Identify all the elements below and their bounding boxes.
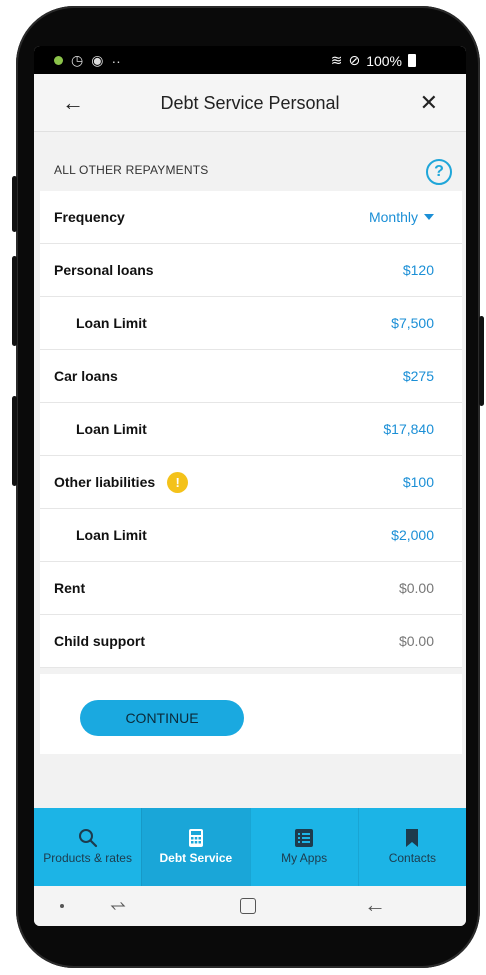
frequency-row: Frequency Monthly <box>40 191 462 244</box>
phone-side-button <box>479 316 484 406</box>
child-support-row[interactable]: Child support $0.00 <box>40 615 462 668</box>
nav-label: Products & rates <box>43 851 132 865</box>
row-label: Loan Limit <box>76 315 147 331</box>
row-label: Loan Limit <box>76 527 147 543</box>
continue-button[interactable]: CONTINUE <box>80 700 244 736</box>
nav-item-my-apps[interactable]: My Apps <box>249 808 358 886</box>
warning-icon[interactable]: ! <box>167 471 189 493</box>
search-icon <box>78 829 97 848</box>
recent-apps-icon[interactable]: ⥋ <box>110 894 126 917</box>
timer-icon: ◷ <box>71 52 84 68</box>
row-label: Car loans <box>54 368 118 384</box>
row-value[interactable]: $17,840 <box>383 421 434 437</box>
phone-side-button <box>12 256 17 346</box>
system-nav-bar: ⥋ ← <box>34 886 466 926</box>
row-value[interactable]: $120 <box>403 262 434 278</box>
dot-icon <box>60 904 64 908</box>
bookmark-icon <box>406 829 419 847</box>
row-value[interactable]: $275 <box>403 368 434 384</box>
nav-item-products[interactable]: Products & rates <box>34 808 141 886</box>
close-icon[interactable]: ✕ <box>420 90 438 116</box>
back-icon[interactable]: ← <box>364 892 386 918</box>
row-label: Personal loans <box>54 262 154 278</box>
battery-icon <box>408 54 416 67</box>
rent-row[interactable]: Rent $0.00 <box>40 562 462 615</box>
nav-label: My Apps <box>281 851 328 865</box>
frequency-label: Frequency <box>54 209 125 225</box>
section-header: ALL OTHER REPAYMENTS ? <box>34 133 466 191</box>
car-loan-limit-row[interactable]: Loan Limit $17,840 <box>40 403 462 456</box>
wifi-icon: ≋ <box>330 52 343 68</box>
nav-label: Debt Service <box>159 851 233 865</box>
row-label: Child support <box>54 633 145 649</box>
caret-down-icon <box>424 214 434 220</box>
repayments-list: Frequency Monthly Personal loans $120 Lo… <box>40 191 462 668</box>
row-value[interactable]: $0.00 <box>399 580 434 596</box>
row-value[interactable]: $7,500 <box>391 315 434 331</box>
dnd-icon: ⊘ <box>348 52 361 68</box>
nav-label: Contacts <box>388 851 437 865</box>
nav-item-contacts[interactable]: Contacts <box>357 808 466 886</box>
other-liabilities-row[interactable]: Other liabilities ! $100 <box>40 456 462 509</box>
help-icon[interactable]: ? <box>426 159 452 185</box>
app-header: ← Debt Service Personal ✕ <box>34 74 466 132</box>
row-label: Rent <box>54 580 86 596</box>
android-icon <box>54 56 63 65</box>
continue-area: CONTINUE <box>40 674 462 754</box>
list-icon <box>295 829 314 847</box>
row-value[interactable]: $100 <box>403 474 434 490</box>
nav-item-debt-service[interactable]: Debt Service <box>141 808 250 886</box>
row-label: Other liabilities <box>54 474 156 490</box>
calculator-icon <box>188 829 203 847</box>
phone-side-button <box>12 396 17 486</box>
car-loans-row[interactable]: Car loans $275 <box>40 350 462 403</box>
app-screen: ◷ ◉ ·· ≋ ⊘ 100% ← Debt Service Personal … <box>34 46 466 926</box>
phone-side-button <box>12 176 17 232</box>
section-label: ALL OTHER REPAYMENTS <box>54 163 209 177</box>
status-bar: ◷ ◉ ·· ≋ ⊘ 100% <box>34 46 466 74</box>
status-ellipsis: ·· <box>111 52 121 69</box>
sync-icon: ◉ <box>91 52 104 68</box>
page-title: Debt Service Personal <box>160 93 340 113</box>
battery-percent: 100% <box>366 52 402 69</box>
other-liabilities-limit-row[interactable]: Loan Limit $2,000 <box>40 509 462 562</box>
bottom-nav: Products & rates Debt Service My Apps Co… <box>34 808 466 886</box>
frequency-value: Monthly <box>368 209 418 225</box>
row-value[interactable]: $0.00 <box>399 633 434 649</box>
personal-loans-row[interactable]: Personal loans $120 <box>40 244 462 297</box>
home-icon[interactable] <box>240 898 256 914</box>
row-label: Loan Limit <box>76 421 147 437</box>
row-label-with-warning: Other liabilities ! <box>54 471 189 493</box>
personal-loan-limit-row[interactable]: Loan Limit $7,500 <box>40 297 462 350</box>
row-value[interactable]: $2,000 <box>391 527 434 543</box>
frequency-dropdown[interactable]: Monthly <box>369 209 434 225</box>
